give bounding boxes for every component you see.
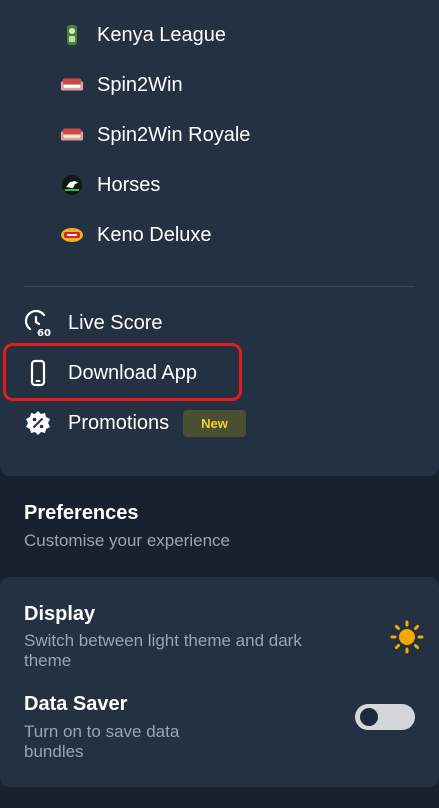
promotion-percent-icon — [24, 409, 52, 437]
menu-item-live-score[interactable]: 60 Live Score — [24, 305, 163, 341]
menu-label: Promotions — [68, 411, 170, 434]
sidebar-menu-panel: Kenya League Spin2Win Spin2Win Royale Ho… — [0, 0, 439, 476]
game-label: Spin2Win Royale — [97, 123, 251, 146]
live-score-icon: 60 — [24, 309, 52, 337]
preferences-title: Preferences — [24, 502, 139, 524]
kenya-league-icon — [60, 23, 84, 47]
toggle-knob — [360, 708, 378, 726]
menu-item-promotions[interactable]: Promotions New — [24, 405, 246, 441]
menu-divider — [24, 286, 414, 287]
data-saver-title: Data Saver — [24, 693, 128, 715]
game-label: Horses — [97, 173, 161, 196]
data-saver-toggle[interactable] — [355, 704, 415, 730]
display-title: Display — [24, 603, 96, 625]
game-item-spin2win[interactable]: Spin2Win — [60, 69, 183, 101]
spin2win-royale-icon — [60, 123, 84, 147]
preferences-subtitle: Customise your experience — [24, 531, 230, 550]
live-score-icon-text: 60 — [37, 328, 51, 337]
horses-icon — [60, 173, 84, 197]
display-description: Switch between light theme and dark them… — [24, 631, 302, 670]
game-label: Spin2Win — [97, 73, 183, 96]
spin2win-icon — [60, 73, 84, 97]
game-label: Keno Deluxe — [97, 223, 212, 246]
data-saver-description: Turn on to save data bundles — [24, 722, 180, 761]
game-item-spin2win-royale[interactable]: Spin2Win Royale — [60, 119, 250, 151]
new-badge: New — [183, 409, 246, 437]
game-label: Kenya League — [97, 23, 227, 46]
keno-deluxe-icon — [60, 223, 84, 247]
menu-label: Live Score — [68, 311, 163, 334]
sun-icon[interactable] — [390, 620, 424, 654]
highlight-outline — [3, 343, 242, 401]
game-item-kenya-league[interactable]: Kenya League — [60, 19, 226, 51]
game-item-horses[interactable]: Horses — [60, 169, 160, 201]
game-item-keno-deluxe[interactable]: Keno Deluxe — [60, 219, 212, 251]
